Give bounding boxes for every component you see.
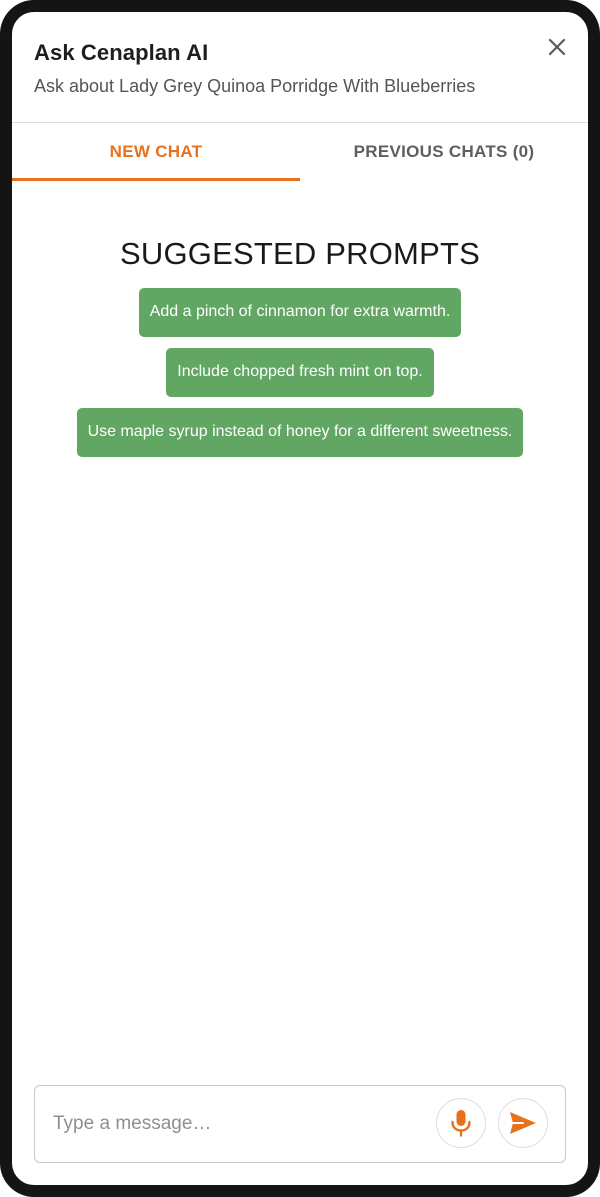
- suggested-prompt-button[interactable]: Add a pinch of cinnamon for extra warmth…: [138, 288, 462, 337]
- suggested-prompts-list: Add a pinch of cinnamon for extra warmth…: [12, 288, 588, 468]
- message-composer: [34, 1085, 566, 1163]
- tab-previous-chats[interactable]: PREVIOUS CHATS (0): [300, 123, 588, 181]
- chat-tabs: NEW CHAT PREVIOUS CHATS (0): [12, 123, 588, 181]
- microphone-icon: [451, 1110, 471, 1137]
- suggested-prompts-heading: SUGGESTED PROMPTS: [120, 236, 480, 271]
- suggested-prompt-button[interactable]: Use maple syrup instead of honey for a d…: [76, 408, 524, 457]
- suggested-prompt-button[interactable]: Include chopped fresh mint on top.: [166, 348, 434, 397]
- close-button[interactable]: [542, 32, 572, 62]
- device-frame: Ask Cenaplan AI Ask about Lady Grey Quin…: [0, 0, 600, 1197]
- chat-panel: Ask Cenaplan AI Ask about Lady Grey Quin…: [12, 12, 588, 1185]
- send-icon: [510, 1112, 536, 1134]
- send-button[interactable]: [498, 1098, 548, 1148]
- panel-title: Ask Cenaplan AI: [34, 40, 209, 65]
- close-icon: [548, 38, 566, 56]
- tab-new-chat[interactable]: NEW CHAT: [12, 123, 300, 181]
- voice-input-button[interactable]: [436, 1098, 486, 1148]
- chat-header: Ask Cenaplan AI Ask about Lady Grey Quin…: [12, 12, 588, 123]
- panel-subtitle: Ask about Lady Grey Quinoa Porridge With…: [34, 76, 476, 96]
- message-input[interactable]: [53, 1108, 433, 1140]
